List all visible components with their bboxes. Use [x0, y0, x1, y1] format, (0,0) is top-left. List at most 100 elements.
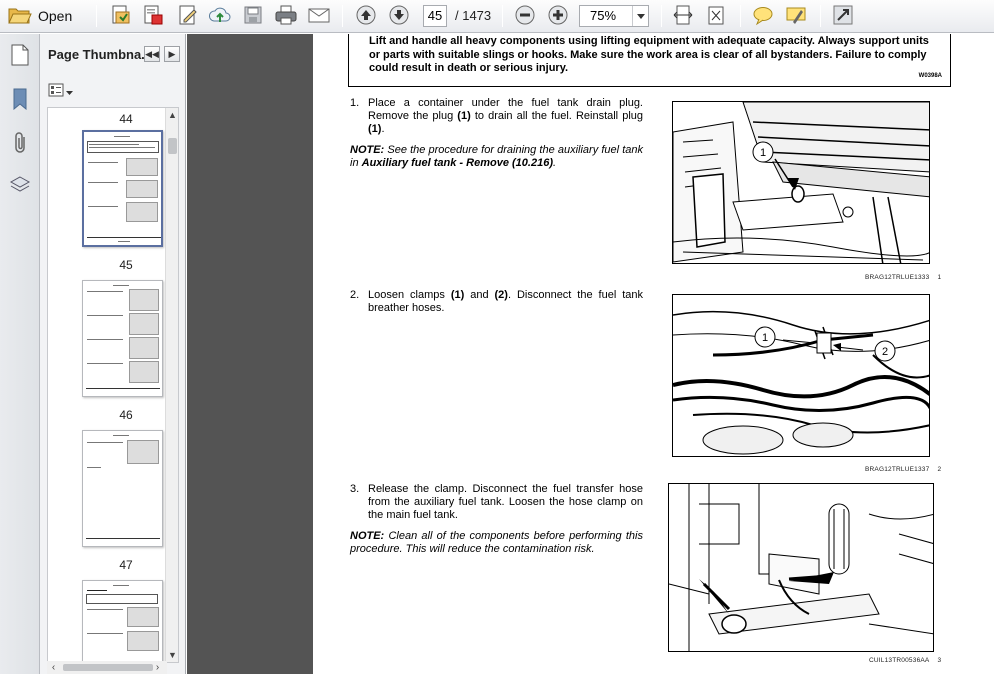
mini-text [86, 538, 160, 539]
mini-text [87, 363, 123, 364]
step-text: Place a container under the fuel tank dr… [368, 97, 643, 136]
zoom-in-button[interactable] [545, 3, 571, 29]
bookmark-icon[interactable] [7, 86, 33, 112]
attachment-icon[interactable] [7, 130, 33, 156]
page-number-input[interactable]: 45 [423, 5, 447, 27]
expand-button[interactable] [830, 3, 856, 29]
step-2: 2. Loosen clamps (1) and (2). Disconnect… [350, 289, 643, 315]
mini-text [113, 285, 129, 286]
create-pdf-button[interactable] [140, 3, 166, 29]
scroll-down-icon[interactable]: ▼ [166, 648, 178, 662]
next-page-button[interactable] [386, 3, 412, 29]
scrollbar-thumb[interactable] [168, 138, 177, 154]
comment-icon [752, 4, 774, 29]
step-text: Release the clamp. Disconnect the fuel t… [368, 483, 643, 522]
open-button[interactable]: Open [4, 3, 82, 29]
chevron-down-icon[interactable] [632, 6, 648, 26]
mini-text [118, 241, 130, 242]
thumbnail-options-button[interactable] [48, 82, 78, 100]
toolbar-divider [502, 5, 503, 27]
zoom-out-button[interactable] [512, 3, 538, 29]
mini-text [89, 147, 155, 148]
figure-2: 1 2 [672, 294, 930, 457]
thumbnail-page-number: 46 [119, 408, 133, 422]
thumbnail-page-46[interactable] [82, 430, 163, 547]
figure-1-caption: BRAG12TRLUE1333 1 [865, 274, 942, 281]
page-total-label: / 1473 [455, 8, 492, 23]
mini-text [88, 162, 118, 163]
mini-text [87, 467, 101, 468]
scroll-left-icon[interactable]: ‹ [47, 661, 60, 674]
thumbnail-panel: Page Thumbna... ◀◀ ▶ 44 45 46 47 ▲ ▼ ‹ › [40, 34, 186, 674]
pdf-create-icon [142, 4, 164, 29]
step-1: 1. Place a container under the fuel tank… [350, 97, 643, 137]
mini-text [86, 388, 160, 389]
thumbnail-options-icon [48, 83, 64, 100]
email-button[interactable] [306, 3, 332, 29]
mini-text [88, 182, 118, 183]
zoom-select[interactable]: 75% [579, 5, 649, 27]
comment-button[interactable] [750, 3, 776, 29]
document-page: Lift and handle all heavy components usi… [313, 34, 994, 674]
mini-figure [126, 158, 158, 176]
fit-width-icon [672, 4, 694, 29]
mini-text [87, 291, 123, 292]
mini-text [87, 442, 123, 443]
toolbar-divider [740, 5, 741, 27]
figure-3-caption: CUIL13TR00536AA 3 [869, 657, 942, 664]
figure-3 [668, 483, 934, 652]
mini-figure [127, 440, 159, 464]
step-number: 1. [350, 97, 360, 109]
figure-2-caption: BRAG12TRLUE1337 2 [865, 466, 942, 473]
thumbnail-page-45[interactable] [82, 280, 163, 397]
thumbnail-page-number: 44 [119, 112, 133, 126]
save-button[interactable] [240, 3, 266, 29]
toolbar-divider [342, 5, 343, 27]
save-as-button[interactable] [108, 3, 134, 29]
mini-text [113, 585, 129, 586]
thumbnail-page-47[interactable] [82, 580, 163, 662]
scroll-right-icon[interactable]: › [151, 661, 164, 674]
figure-callout: 1 [760, 147, 766, 159]
email-icon [307, 5, 331, 28]
chevron-right-icon: ▶ [168, 48, 176, 59]
print-icon [274, 4, 298, 29]
mini-figure [127, 607, 159, 627]
fit-page-button[interactable] [703, 3, 729, 29]
upload-button[interactable] [207, 3, 233, 29]
mini-figure [126, 180, 158, 198]
previous-page-button[interactable] [353, 3, 379, 29]
step-number: 2. [350, 289, 360, 301]
mini-text [87, 633, 123, 634]
folder-open-icon [8, 5, 32, 28]
collapse-panel-button[interactable]: ◀◀ [144, 46, 160, 62]
zoom-in-icon [547, 4, 569, 29]
layers-icon[interactable] [7, 172, 33, 198]
mini-text [87, 339, 123, 340]
edit-button[interactable] [175, 3, 201, 29]
page-up-icon [355, 4, 377, 29]
pages-icon[interactable] [7, 42, 33, 68]
thumbnail-vertical-scrollbar[interactable]: ▲ ▼ [165, 108, 178, 662]
fit-page-icon [705, 4, 727, 29]
thumbnail-page-44[interactable] [82, 130, 163, 247]
warning-code: W0398A [918, 72, 942, 79]
note-reference-link[interactable]: Auxiliary fuel tank - Remove (10.216) [362, 157, 553, 169]
panel-menu-button[interactable]: ▶ [164, 46, 180, 62]
mini-figure [127, 631, 159, 651]
thumbnail-horizontal-scrollbar[interactable]: ‹ › [47, 661, 167, 674]
thumbnail-page-number: 47 [119, 558, 133, 572]
edit-icon [177, 4, 199, 29]
print-button[interactable] [273, 3, 299, 29]
mini-text [113, 435, 129, 436]
zoom-value: 75% [590, 8, 617, 23]
scroll-up-icon[interactable]: ▲ [166, 108, 178, 122]
scrollbar-thumb[interactable] [63, 664, 153, 671]
upload-icon [208, 4, 232, 29]
fit-width-button[interactable] [670, 3, 696, 29]
warning-text: Lift and handle all heavy components usi… [369, 35, 929, 74]
mini-text [87, 590, 107, 591]
figure-1: 1 [672, 101, 930, 264]
mini-text [87, 315, 123, 316]
highlight-button[interactable] [783, 3, 809, 29]
